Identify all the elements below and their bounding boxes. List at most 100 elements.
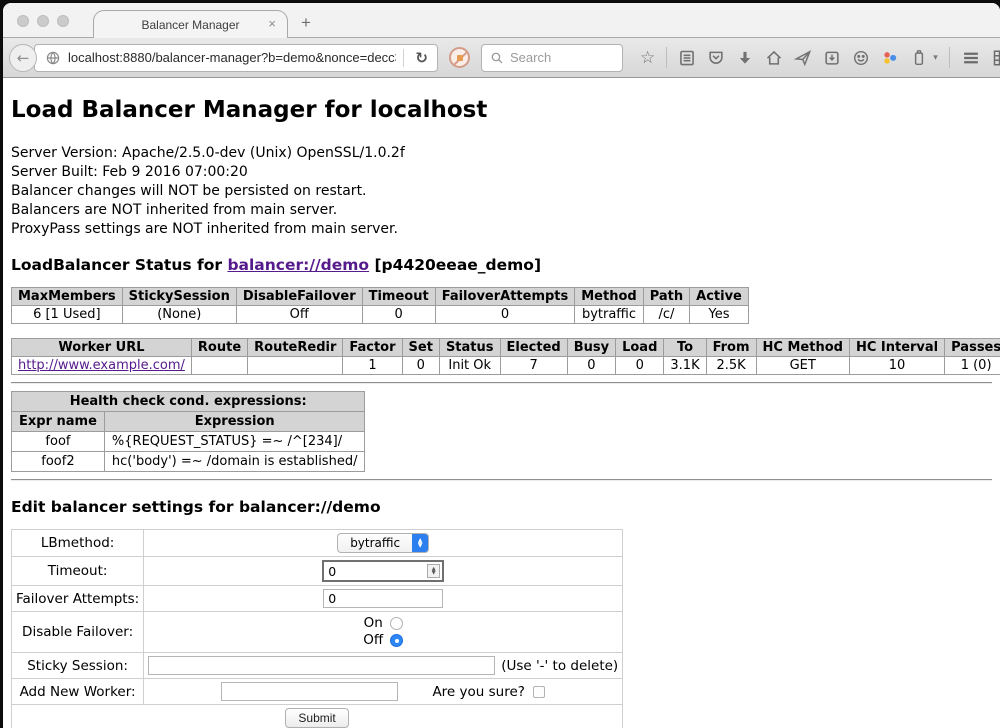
balancer-status-table: MaxMembers StickySession DisableFailover… xyxy=(11,287,749,324)
edit-balancer-heading: Edit balancer settings for balancer://de… xyxy=(11,498,992,516)
col-header: StickySession xyxy=(122,288,236,306)
close-window-button[interactable] xyxy=(17,15,29,27)
toolbar-divider xyxy=(666,47,667,68)
cell xyxy=(248,357,343,375)
reading-list-icon[interactable] xyxy=(678,49,696,67)
select-stepper-icon: ▲▼ xyxy=(412,534,428,552)
urlbar-divider xyxy=(403,49,404,67)
col-header: Expr name xyxy=(12,412,105,432)
form-row: Failover Attempts: xyxy=(12,586,623,612)
number-stepper-icon[interactable]: ▲▼ xyxy=(427,564,440,578)
search-bar[interactable]: Search xyxy=(481,44,623,72)
back-button[interactable]: ← xyxy=(9,44,37,72)
cell: 0 xyxy=(435,306,575,324)
search-input[interactable]: Search xyxy=(510,50,551,65)
emoji-icon[interactable] xyxy=(852,49,870,67)
reload-icon[interactable]: ↻ xyxy=(411,49,432,67)
notice-proxypass: ProxyPass settings are NOT inherited fro… xyxy=(11,220,992,239)
cell: 0 xyxy=(567,357,615,375)
globe-icon xyxy=(45,50,61,66)
lbmethod-select[interactable]: bytraffic ▲▼ xyxy=(337,533,429,553)
timeout-input[interactable] xyxy=(322,560,444,582)
cell: (Use '-' to delete) xyxy=(144,653,623,679)
color-dots-icon[interactable] xyxy=(881,49,899,67)
sticky-session-input[interactable] xyxy=(148,656,495,675)
form-row: LBmethod: bytraffic ▲▼ xyxy=(12,530,623,557)
col-header: Route xyxy=(191,339,247,357)
form-row: Add New Worker: Are you sure? xyxy=(12,679,623,705)
cell: http://www.example.com/ xyxy=(12,357,192,375)
send-icon[interactable] xyxy=(794,49,812,67)
col-header: HC Interval xyxy=(849,339,944,357)
cell: Are you sure? xyxy=(144,679,623,705)
server-version: Server Version: Apache/2.5.0-dev (Unix) … xyxy=(11,144,992,163)
header-row: Worker URL Route RouteRedir Factor Set S… xyxy=(12,339,1000,357)
edit-balancer-form: LBmethod: bytraffic ▲▼ Timeout: ▲▼ xyxy=(11,529,623,728)
balancer-demo-link[interactable]: balancer://demo xyxy=(227,256,369,274)
cell: 6 [1 Used] xyxy=(12,306,123,324)
col-header: HC Method xyxy=(756,339,849,357)
cell: 0 xyxy=(616,357,664,375)
col-header: Set xyxy=(402,339,439,357)
bookmark-star-icon[interactable]: ☆ xyxy=(640,49,655,67)
tab-close-icon[interactable]: × xyxy=(268,17,276,30)
pocket-icon[interactable] xyxy=(707,49,725,67)
col-header: Timeout xyxy=(362,288,435,306)
tab-balancer-manager[interactable]: Balancer Manager × xyxy=(93,10,288,38)
are-you-sure-checkbox[interactable] xyxy=(533,686,545,698)
table-row: 6 [1 Used] (None) Off 0 0 bytraffic /c/ … xyxy=(12,306,749,324)
new-tab-button[interactable]: + xyxy=(301,13,311,33)
cell: 10 xyxy=(849,357,944,375)
worker-url-link[interactable]: http://www.example.com/ xyxy=(18,358,185,373)
url-input[interactable]: localhost:8880/balancer-manager?b=demo&n… xyxy=(68,50,396,65)
col-header: Active xyxy=(690,288,749,306)
cell: %{REQUEST_STATUS} =~ /^[234]/ xyxy=(104,432,365,452)
navigation-toolbar: ← localhost:8880/balancer-manager?b=demo… xyxy=(3,37,1000,78)
toolbar-icons: ☆ xyxy=(640,47,1000,68)
notice-balancers: Balancers are NOT inherited from main se… xyxy=(11,201,992,220)
cell: bytraffic ▲▼ xyxy=(144,530,623,557)
tab-title: Balancer Manager xyxy=(141,18,239,32)
downloads-panel-icon[interactable] xyxy=(823,49,841,67)
header-row: Health check cond. expressions: xyxy=(12,392,365,412)
minimize-window-button[interactable] xyxy=(37,15,49,27)
window-controls xyxy=(17,15,69,27)
menu-hamburger-icon[interactable] xyxy=(961,48,981,68)
col-header: Expression xyxy=(104,412,365,432)
notice-persist: Balancer changes will NOT be persisted o… xyxy=(11,182,992,201)
disable-failover-label: Disable Failover: xyxy=(12,612,144,653)
health-check-table: Health check cond. expressions: Expr nam… xyxy=(11,391,365,472)
cell: 0 xyxy=(362,306,435,324)
timeout-label: Timeout: xyxy=(12,557,144,586)
cell: ▲▼ xyxy=(144,557,623,586)
server-info: Server Version: Apache/2.5.0-dev (Unix) … xyxy=(11,144,992,239)
tile-grid-icon[interactable] xyxy=(992,48,1000,68)
home-icon[interactable] xyxy=(765,49,783,67)
zoom-window-button[interactable] xyxy=(57,15,69,27)
disable-failover-on-radio[interactable] xyxy=(390,617,403,630)
sticky-session-label: Sticky Session: xyxy=(12,653,144,679)
battery-clipboard-icon[interactable] xyxy=(910,49,928,67)
cell: GET xyxy=(756,357,849,375)
lbmethod-label: LBmethod: xyxy=(12,530,144,557)
col-header: To xyxy=(664,339,706,357)
content-blocked-icon[interactable] xyxy=(449,47,470,68)
submit-button[interactable]: Submit xyxy=(285,708,348,728)
overflow-caret-icon[interactable]: ▾ xyxy=(933,53,938,63)
url-bar[interactable]: localhost:8880/balancer-manager?b=demo&n… xyxy=(34,44,438,72)
lbmethod-selected-value: bytraffic xyxy=(350,536,400,550)
col-header: RouteRedir xyxy=(248,339,343,357)
cell: /c/ xyxy=(643,306,689,324)
download-arrow-icon[interactable] xyxy=(736,49,754,67)
cell: 1 xyxy=(343,357,402,375)
add-new-worker-label: Add New Worker: xyxy=(12,679,144,705)
section-divider xyxy=(11,479,992,481)
disable-failover-off-radio[interactable] xyxy=(390,634,403,647)
failover-attempts-input[interactable] xyxy=(323,589,443,608)
cell: (None) xyxy=(122,306,236,324)
add-new-worker-input[interactable] xyxy=(221,682,398,701)
cell: Yes xyxy=(690,306,749,324)
page-title: Load Balancer Manager for localhost xyxy=(11,97,992,123)
form-row: Submit xyxy=(12,705,623,728)
failover-attempts-label: Failover Attempts: xyxy=(12,586,144,612)
